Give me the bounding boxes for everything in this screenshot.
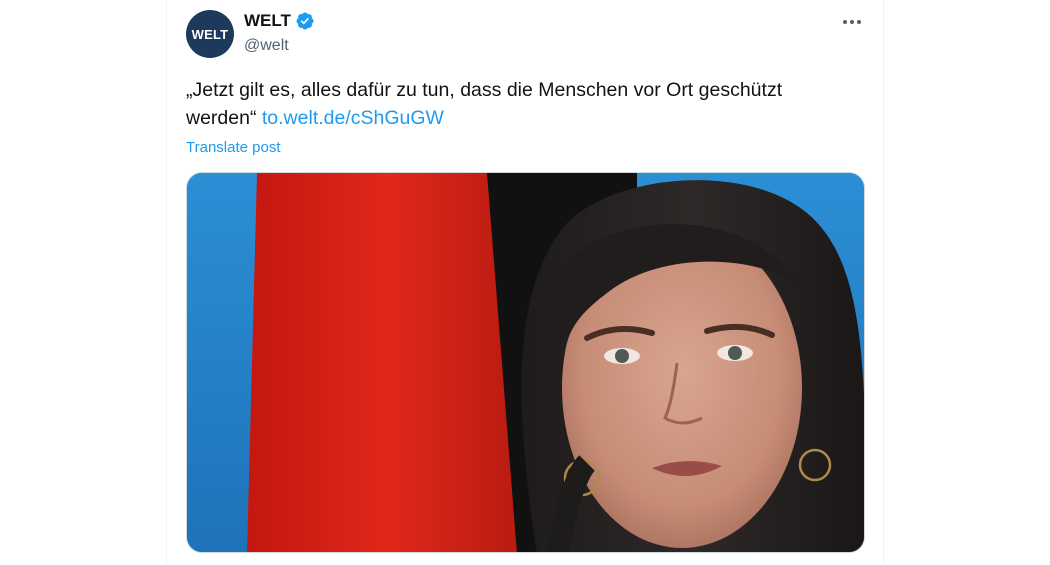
avatar[interactable]: WELT — [186, 10, 234, 58]
post-card[interactable]: WELT WELT @welt „Jetzt gilt es, alles da… — [166, 0, 884, 565]
handle[interactable]: @welt — [244, 37, 289, 55]
more-horizontal-icon — [843, 20, 861, 24]
post-link[interactable]: to.welt.de/cShGuGW — [262, 107, 444, 129]
avatar-label: WELT — [191, 26, 229, 42]
verified-badge-icon — [295, 11, 315, 31]
photo-illustration — [187, 173, 864, 552]
more-options-button[interactable] — [839, 12, 865, 32]
display-name[interactable]: WELT — [244, 11, 291, 31]
translate-post-link[interactable]: Translate post — [186, 139, 281, 156]
post-image[interactable] — [186, 172, 865, 553]
page: WELT WELT @welt „Jetzt gilt es, alles da… — [0, 0, 1050, 565]
author-name-row: WELT — [244, 11, 315, 31]
post-text: „Jetzt gilt es, alles dafür zu tun, dass… — [186, 76, 856, 132]
